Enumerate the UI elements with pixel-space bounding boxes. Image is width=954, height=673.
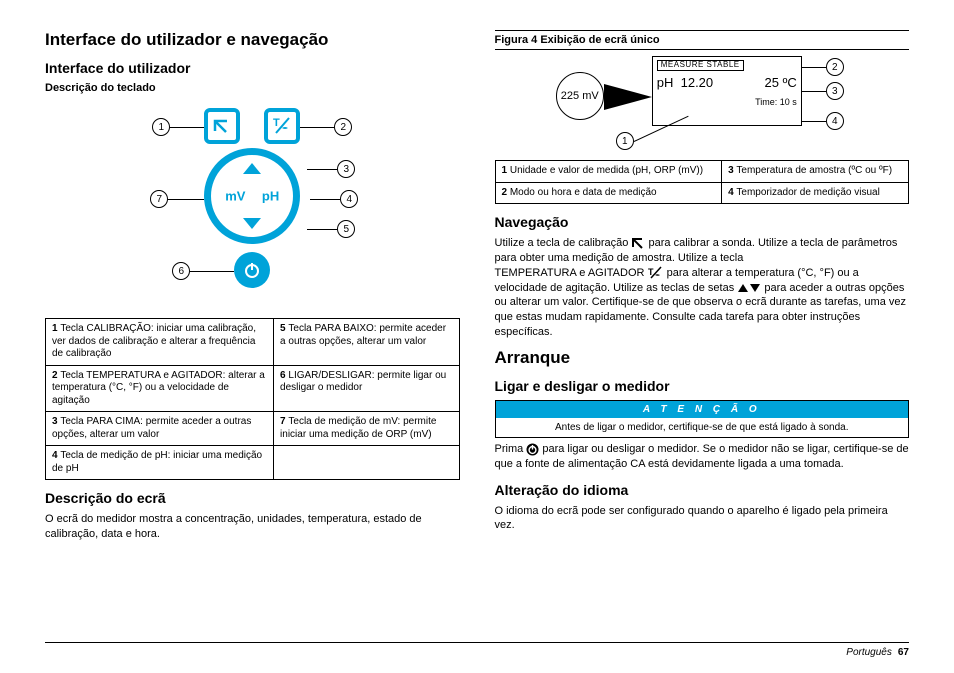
d-callout-1: 1 [616, 132, 694, 150]
left-column: Interface do utilizador e navegação Inte… [45, 30, 460, 636]
two-column-layout: Interface do utilizador e navegação Inte… [45, 30, 909, 636]
display-legend-table: 1 Unidade e valor de medida (pH, ORP (mV… [495, 160, 910, 204]
mv-label: mV [225, 189, 245, 204]
footer-page: 67 [898, 647, 909, 658]
table-row: 1 Tecla CALIBRAÇÃO: iniciar uma calibraç… [46, 319, 460, 366]
keypad-legend-table: 1 Tecla CALIBRAÇÃO: iniciar uma calibraç… [45, 318, 460, 480]
chevron-up-icon [243, 163, 261, 174]
navigation-text: Utilize a tecla de calibração para calib… [495, 236, 910, 340]
softkey-calibration [204, 108, 240, 144]
d-callout-2: 2 [802, 58, 844, 76]
callout-3: 3 [307, 160, 355, 178]
svg-text:T: T [273, 117, 280, 129]
callout-1: 1 [152, 118, 204, 136]
chevron-down-icon [749, 283, 761, 293]
attention-heading: A T E N Ç Ã O [496, 401, 909, 418]
d-callout-4: 4 [802, 112, 844, 130]
callout-7: 7 [150, 190, 204, 208]
footer-language: Português [846, 647, 892, 658]
chevron-up-icon [737, 283, 749, 293]
heading-screen: Descrição do ecrã [45, 490, 460, 506]
table-row: 1 Unidade e valor de medida (pH, ORP (mV… [495, 161, 909, 183]
timer-label: Time: 10 s [657, 98, 797, 108]
power-icon [526, 443, 539, 456]
softkey-temp-stirrer: T [264, 108, 300, 144]
callout-6: 6 [172, 262, 234, 280]
mv-reading: 225 mV [556, 72, 604, 120]
arrow-icon [604, 84, 652, 110]
measure-stable-label: MEASURE STABLE [657, 60, 744, 71]
language-text: O idioma do ecrã pode ser configurado qu… [495, 504, 910, 534]
calibrate-icon [631, 236, 645, 250]
heading-power: Ligar e desligar o medidor [495, 378, 910, 394]
screen-description: O ecrã do medidor mostra a concentração,… [45, 512, 460, 542]
page-footer: Português 67 [45, 642, 909, 658]
callout-5: 5 [307, 220, 355, 238]
attention-box: A T E N Ç Ã O Antes de ligar o medidor, … [495, 400, 910, 438]
table-row: 3 Tecla PARA CIMA: permite aceder a outr… [46, 412, 460, 446]
display-figure: 225 mV MEASURE STABLE pH 12.20 25 ºC Tim… [552, 52, 852, 152]
temperature-stirrer-icon: T [271, 115, 293, 137]
figure-caption: Figura 4 Exibição de ecrã único [495, 30, 910, 50]
lcd-screen: MEASURE STABLE pH 12.20 25 ºC Time: 10 s [652, 56, 802, 126]
keypad-diagram: T mV pH 1 [112, 100, 392, 310]
power-text: Prima para ligar ou desligar o medidor. … [495, 442, 910, 472]
attention-body: Antes de ligar o medidor, certifique-se … [496, 418, 909, 437]
chevron-down-icon [243, 218, 261, 229]
callout-2: 2 [300, 118, 352, 136]
power-button [234, 252, 270, 288]
table-row: 2 Tecla TEMPERATURA e AGITADOR: alterar … [46, 365, 460, 412]
heading-language: Alteração do idioma [495, 482, 910, 498]
heading-startup: Arranque [495, 348, 910, 368]
callout-4: 4 [310, 190, 358, 208]
heading-keypad: Descrição do teclado [45, 82, 460, 94]
right-column: Figura 4 Exibição de ecrã único 225 mV M… [495, 30, 910, 636]
table-row: 4 Tecla de medição de pH: iniciar uma me… [46, 446, 460, 480]
power-icon [243, 261, 261, 279]
page: Interface do utilizador e navegação Inte… [0, 0, 954, 673]
ph-label: pH [262, 189, 279, 204]
calibrate-icon [212, 116, 232, 136]
heading-navigation: Navegação [495, 214, 910, 230]
temperature-stirrer-icon: T [648, 266, 664, 280]
heading-main: Interface do utilizador e navegação [45, 30, 460, 50]
heading-ui: Interface do utilizador [45, 60, 460, 76]
d-callout-3: 3 [802, 82, 844, 100]
nav-ring: mV pH [204, 148, 300, 244]
table-row: 2 Modo ou hora e data de medição 4 Tempo… [495, 182, 909, 204]
